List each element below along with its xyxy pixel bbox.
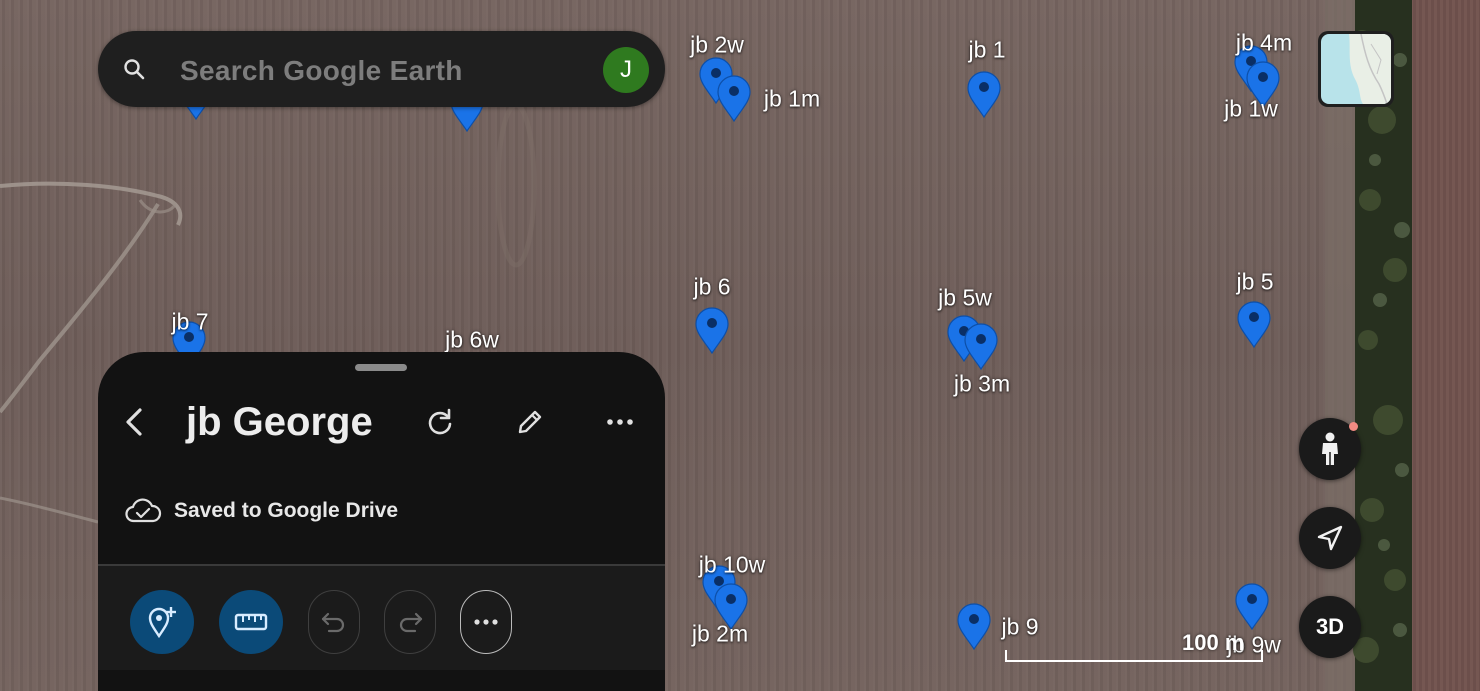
- ruler-icon: [234, 613, 268, 631]
- placemark-label[interactable]: jb 7: [171, 309, 208, 336]
- placemark-label[interactable]: jb 1: [968, 37, 1005, 64]
- placemark-pin-icon: [957, 603, 991, 650]
- toggle-3d-button[interactable]: 3D: [1299, 596, 1361, 658]
- search-icon: [124, 59, 145, 80]
- placemark-label[interactable]: jb 9: [1001, 614, 1038, 641]
- redo-button[interactable]: [384, 590, 436, 654]
- placemark-label[interactable]: jb 1m: [764, 86, 820, 113]
- placemark-label[interactable]: jb 1w: [1224, 96, 1278, 123]
- placemark-label[interactable]: jb 2m: [692, 621, 748, 648]
- placemark-label[interactable]: jb 5w: [938, 285, 992, 312]
- save-status-text: Saved to Google Drive: [174, 499, 399, 522]
- placemark-label[interactable]: jb 3m: [954, 371, 1010, 398]
- street-view-notification-dot: [1349, 422, 1358, 431]
- placemark[interactable]: [963, 322, 999, 370]
- add-placemark-button[interactable]: [130, 590, 194, 654]
- my-location-button[interactable]: [1299, 507, 1361, 569]
- placemark-label[interactable]: jb 6w: [445, 327, 499, 354]
- scale-bar: [1005, 650, 1263, 662]
- more-tools-button[interactable]: [460, 590, 512, 654]
- placemark-pin-icon: [695, 307, 729, 354]
- placemark-pin-icon: [717, 75, 751, 122]
- pegman-icon: [1322, 432, 1338, 465]
- sheet-footer: [98, 670, 665, 691]
- placemark-pin-icon: [1235, 583, 1269, 630]
- placemark[interactable]: [1234, 582, 1270, 630]
- placemark[interactable]: [956, 602, 992, 650]
- placemark-pin-icon: [967, 71, 1001, 118]
- placemark[interactable]: [716, 74, 752, 122]
- project-sheet: jb George Saved to Google Drive: [98, 352, 665, 691]
- placemark[interactable]: [1236, 300, 1272, 348]
- account-avatar[interactable]: J: [603, 47, 649, 93]
- back-arrow-icon[interactable]: [116, 402, 152, 442]
- sheet-drag-handle[interactable]: [355, 364, 407, 371]
- my-location-icon: [1317, 525, 1343, 551]
- placemark-label[interactable]: jb 4m: [1236, 30, 1292, 57]
- edit-toolbar: [98, 566, 665, 670]
- placemark[interactable]: [694, 306, 730, 354]
- undo-icon: [321, 612, 345, 633]
- redo-icon: [399, 612, 423, 633]
- more-horizontal-icon: [474, 619, 498, 625]
- placemark[interactable]: [966, 70, 1002, 118]
- search-bar[interactable]: Search Google Earth J: [98, 31, 665, 107]
- placemark-label[interactable]: jb 6: [693, 274, 730, 301]
- search-input[interactable]: Search Google Earth: [180, 55, 463, 87]
- map-thumbnail-icon: [1321, 34, 1391, 104]
- refresh-icon[interactable]: [424, 406, 456, 438]
- pencil-icon[interactable]: [514, 406, 546, 438]
- project-title: jb George: [186, 400, 373, 444]
- add-placemark-icon: [148, 607, 176, 639]
- measure-button[interactable]: [219, 590, 283, 654]
- undo-button[interactable]: [308, 590, 360, 654]
- cloud-check-icon: [125, 498, 162, 523]
- placemark-label[interactable]: jb 5: [1236, 269, 1273, 296]
- placemark-label[interactable]: jb 10w: [699, 552, 765, 579]
- more-horizontal-icon[interactable]: [604, 408, 636, 440]
- map-style-button[interactable]: [1318, 31, 1394, 107]
- save-status: Saved to Google Drive: [124, 496, 398, 526]
- toggle-3d-label: 3D: [1315, 614, 1345, 639]
- placemark-label[interactable]: jb 2w: [690, 32, 744, 59]
- placemark-pin-icon: [1237, 301, 1271, 348]
- placemark-pin-icon: [964, 323, 998, 370]
